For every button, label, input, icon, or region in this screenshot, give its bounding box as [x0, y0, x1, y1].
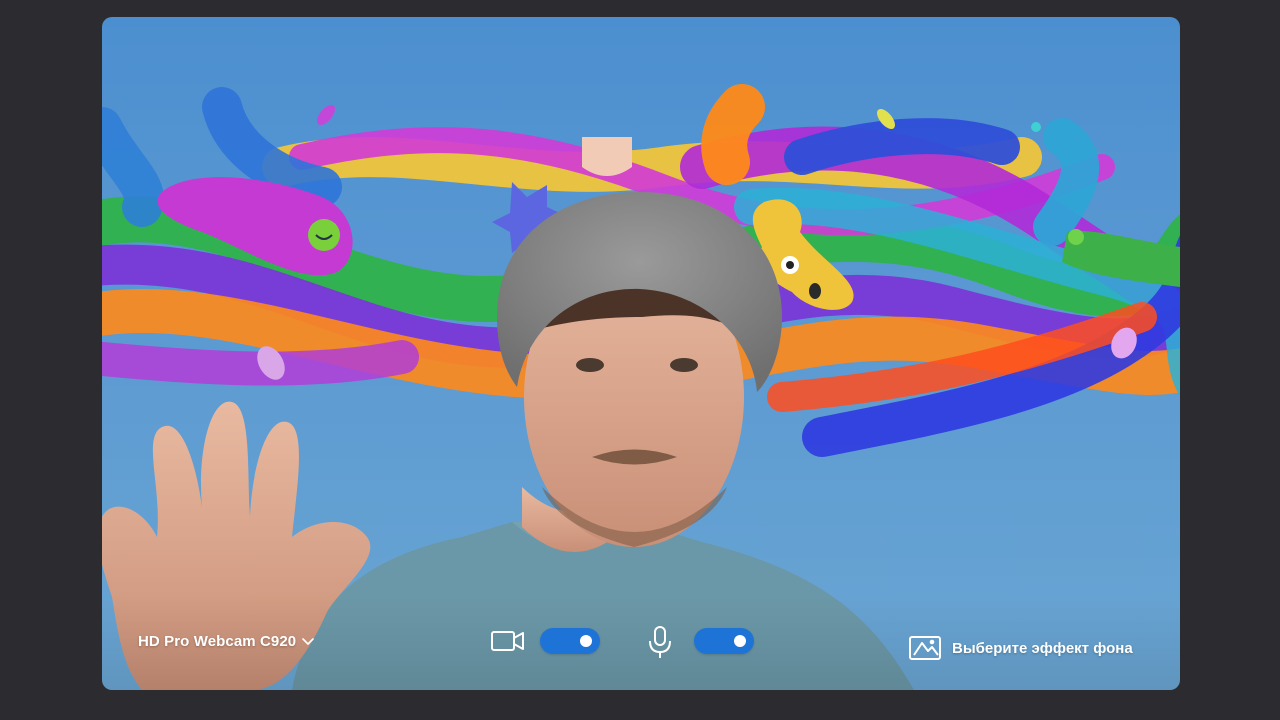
- video-toggle[interactable]: [540, 628, 600, 654]
- microphone-toggle[interactable]: [694, 628, 754, 654]
- chevron-down-icon: [302, 637, 315, 645]
- toggle-knob: [734, 635, 746, 647]
- camera-preview: HD Pro Webcam C920 Выберите эффект фона: [102, 17, 1180, 690]
- background-effect-button[interactable]: Выберите эффект фона: [908, 635, 1133, 661]
- toggle-knob: [580, 635, 592, 647]
- camera-device-label: HD Pro Webcam C920: [138, 633, 297, 650]
- camera-device-dropdown[interactable]: HD Pro Webcam C920: [138, 633, 315, 650]
- background-effect-icon: [909, 636, 941, 660]
- background-effect-label: Выберите эффект фона: [952, 639, 1133, 657]
- microphone-icon: [646, 624, 674, 660]
- video-camera-icon: [490, 627, 526, 655]
- video-feed: [102, 84, 1180, 690]
